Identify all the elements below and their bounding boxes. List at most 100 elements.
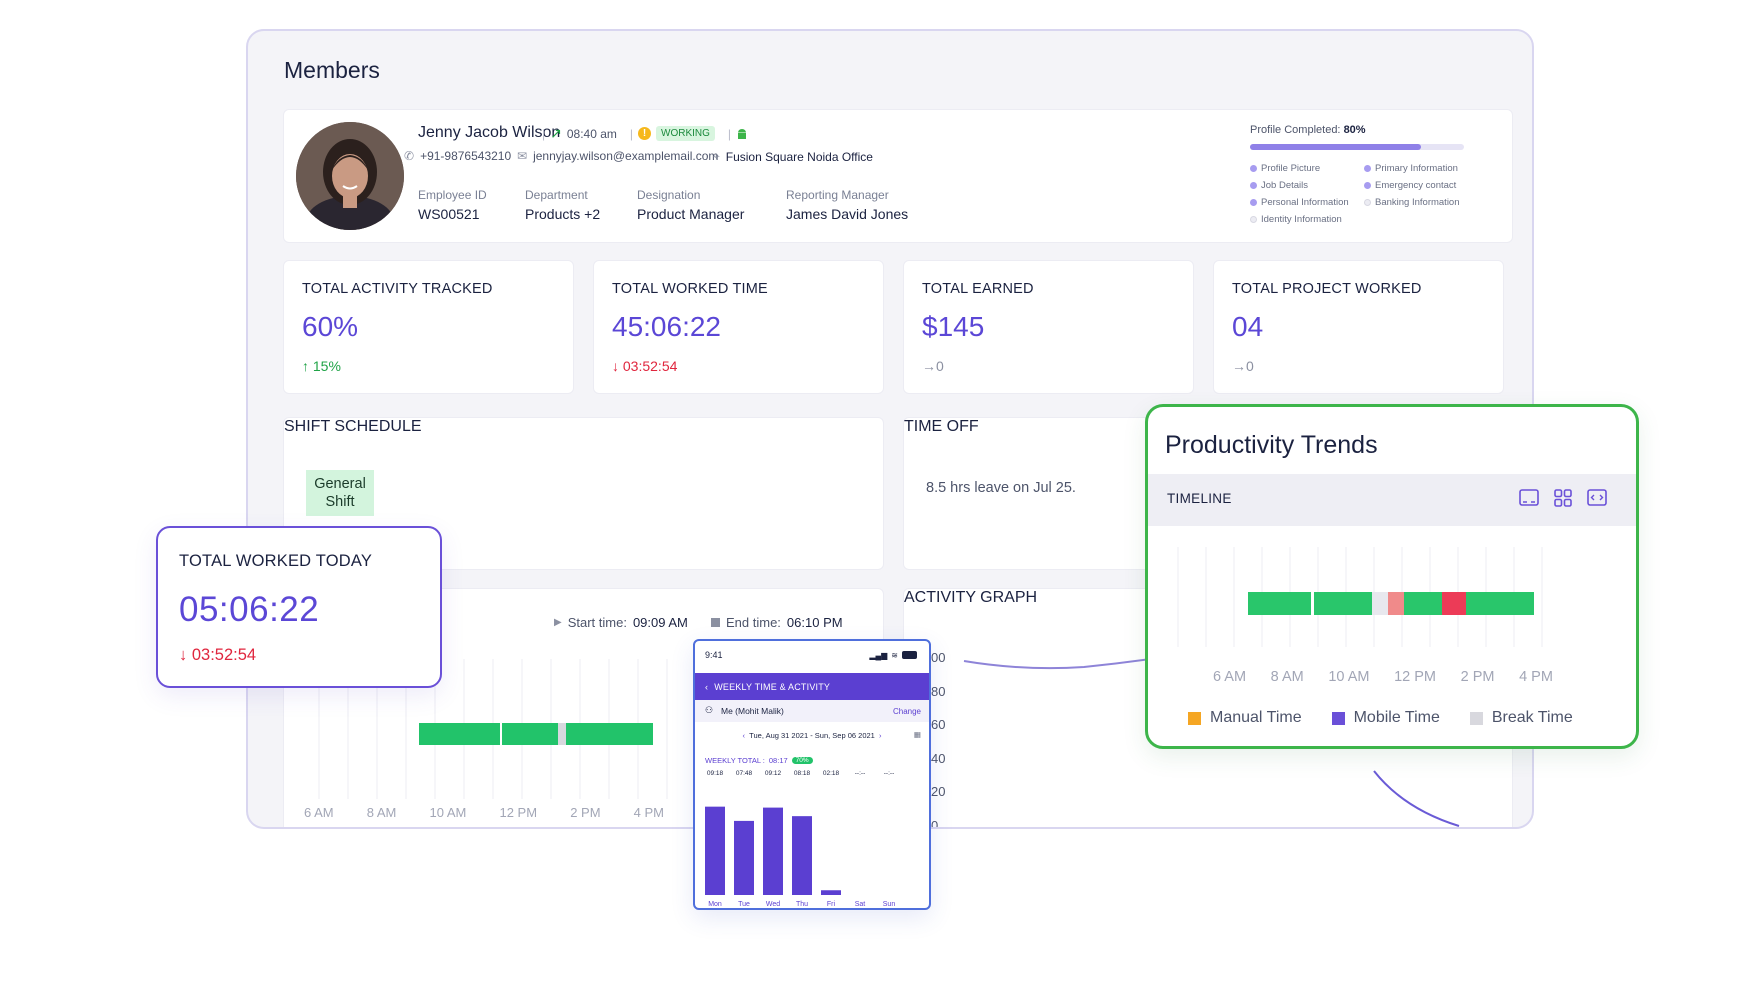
phone-status-icons: ▂▄▆ ≋ <box>869 651 917 660</box>
end-time: End time: 06:10 PM <box>711 615 843 630</box>
phone-user-row: ⚇ Me (Mohit Malik) Change <box>695 700 929 722</box>
department-value[interactable]: Products +2 <box>525 206 600 222</box>
productivity-segment[interactable] <box>1466 592 1534 615</box>
designation-value: Product Manager <box>637 206 745 222</box>
stop-icon <box>711 618 720 627</box>
next-chevron-icon: › <box>879 731 882 740</box>
checklist-item: Personal Information <box>1250 197 1349 208</box>
timeline-bar-segment[interactable] <box>566 723 653 745</box>
check-dot-icon <box>1364 182 1371 189</box>
bar-value-label: --:-- <box>884 770 894 777</box>
profile-completed: Profile Completed: 80% <box>1250 124 1366 136</box>
screenshot-icon[interactable] <box>1518 488 1540 513</box>
grid-view-icon[interactable] <box>1553 488 1573 513</box>
office-location: ⌖ Fusion Square Noida Office <box>713 149 873 164</box>
arrow-down-icon: ↓ <box>179 646 188 664</box>
phone-icon: ✆ <box>404 149 415 163</box>
productivity-segment[interactable] <box>1388 592 1404 615</box>
weekly-bar-chart: 09:18 Mon 07:48 Tue 09:12 Wed 08:18 Thu 02:18 Fri… <box>705 770 895 908</box>
start-time: ▶ Start time: 09:09 AM <box>554 615 688 630</box>
legend-mobile-time: Mobile Time <box>1331 709 1440 727</box>
bar-value-label: 08:18 <box>794 770 811 777</box>
day-label: Thu <box>796 901 808 908</box>
mobile-swatch-icon <box>1331 711 1345 725</box>
weekly-bar <box>821 890 841 895</box>
check-dot-icon <box>1364 199 1371 206</box>
reporting-manager-value[interactable]: James David Jones <box>786 206 908 222</box>
calendar-icon: ▦ <box>913 730 921 739</box>
stat-card-projects: TOTAL PROJECT WORKED 04 →0 <box>1213 260 1504 394</box>
shift-badge[interactable]: General Shift <box>306 470 374 516</box>
bar-value-label: 09:12 <box>765 770 782 777</box>
today-change: ↓ 03:52:54 <box>179 646 257 664</box>
timeline-bar-segment[interactable] <box>502 723 558 745</box>
shift-schedule-title: SHIFT SCHEDULE <box>284 418 422 435</box>
profile-progress-fill <box>1250 144 1422 150</box>
designation-label: Designation <box>637 188 701 202</box>
warning-icon: ! <box>638 127 652 140</box>
stat-value: 04 <box>1232 311 1264 342</box>
profile-card: Jenny Jacob Wilson | ↗ 08:40 am | ! WORK… <box>283 109 1513 243</box>
profile-progress-bar <box>1250 144 1464 150</box>
android-icon <box>736 128 748 140</box>
arrow-up-right-icon: ↗ <box>550 125 562 141</box>
phone-contact[interactable]: ✆ +91-9876543210 <box>404 149 511 163</box>
today-value: 05:06:22 <box>179 590 320 629</box>
stat-card-worked-time: TOTAL WORKED TIME 45:06:22 ↓ 03:52:54 <box>593 260 884 394</box>
productivity-title: Productivity Trends <box>1165 431 1378 459</box>
productivity-segment[interactable] <box>1314 592 1372 615</box>
productivity-trends-card: Productivity Trends TIMELINE 6 AM 8 AM 10 … <box>1145 404 1639 749</box>
arrow-right-icon: → <box>1232 358 1246 374</box>
weekly-bar <box>705 806 725 895</box>
battery-icon <box>902 651 917 659</box>
timeline-break-segment[interactable] <box>558 723 566 745</box>
checklist-item: Emergency contact <box>1364 180 1456 191</box>
productivity-segment[interactable] <box>1442 592 1466 615</box>
phone-header: ‹ WEEKLY TIME & ACTIVITY <box>695 673 929 700</box>
legend-break-time: Break Time <box>1469 709 1573 727</box>
back-chevron-icon[interactable]: ‹ <box>705 682 708 692</box>
avatar[interactable] <box>296 122 404 230</box>
code-view-icon[interactable] <box>1586 488 1608 513</box>
timeline-label: TIMELINE <box>1167 491 1232 506</box>
weekly-total: WEEKLY TOTAL : 08:17 70% <box>705 756 813 765</box>
timeline-bar-segment[interactable] <box>419 723 500 745</box>
day-label: Wed <box>766 901 780 908</box>
check-dot-icon <box>1250 199 1257 206</box>
profile-name: Jenny Jacob Wilson <box>418 124 561 141</box>
day-label: Mon <box>708 901 722 908</box>
user-icon: ⚇ <box>705 705 714 715</box>
stat-change: ↓ 03:52:54 <box>612 358 678 374</box>
bar-value-label: 09:18 <box>707 770 724 777</box>
weekly-bar <box>763 807 783 895</box>
stat-change: →0 <box>1232 358 1254 374</box>
stat-value: $145 <box>922 311 985 342</box>
phone-clock: 9:41 <box>705 650 723 660</box>
signal-icon: ▂▄▆ <box>869 651 888 660</box>
checklist-item: Primary Information <box>1364 163 1458 174</box>
email-contact[interactable]: ✉ jennyjay.wilson@examplemail.com <box>517 149 718 163</box>
break-swatch-icon <box>1469 711 1483 725</box>
stat-card-activity: TOTAL ACTIVITY TRACKED 60% ↑ 15% <box>283 260 574 394</box>
checklist-item: Identity Information <box>1250 214 1342 225</box>
phone-date-range[interactable]: ‹ Tue, Aug 31 2021 - Sun, Sep 06 2021 › … <box>695 730 929 740</box>
mail-icon: ✉ <box>517 149 528 163</box>
change-link[interactable]: Change <box>893 707 921 716</box>
productivity-break-segment[interactable] <box>1372 592 1388 615</box>
productivity-segment[interactable] <box>1404 592 1442 615</box>
stat-title: TOTAL WORKED TIME <box>612 281 768 297</box>
stat-change: ↑ 15% <box>302 358 341 374</box>
bar-value-label: 07:48 <box>736 770 753 777</box>
login-time: | ↗ 08:40 am | ! WORKING | <box>542 125 748 142</box>
phone-user-name: Me (Mohit Malik) <box>721 706 784 716</box>
check-dot-icon <box>1250 165 1257 172</box>
arrow-down-icon: ↓ <box>612 358 619 374</box>
checklist-item: Job Details <box>1250 180 1308 191</box>
stat-value: 60% <box>302 311 359 342</box>
department-label: Department <box>525 188 588 202</box>
mobile-app-preview: 9:41 ▂▄▆ ≋ ‹ WEEKLY TIME & ACTIVITY ⚇ Me … <box>693 639 931 910</box>
productivity-legend: Manual Time Mobile Time Break Time <box>1188 709 1573 727</box>
productivity-segment[interactable] <box>1248 592 1311 615</box>
arrow-up-icon: ↑ <box>302 358 309 374</box>
wifi-icon: ≋ <box>891 651 898 660</box>
